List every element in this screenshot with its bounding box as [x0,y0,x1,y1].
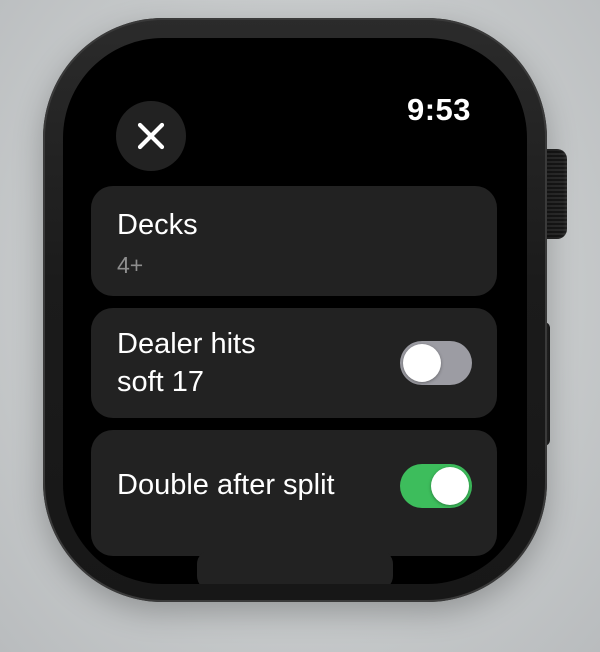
dealer-hits-label-line2: soft 17 [117,366,205,398]
close-button[interactable] [116,101,186,171]
decks-setting-row[interactable]: Decks 4+ [91,186,497,296]
double-after-split-toggle[interactable] [400,464,472,508]
clock-time: 9:53 [406,92,471,127]
watch-screen: 9:53 Decks 4+ Dealer hits soft 17 Double… [63,38,527,584]
double-after-split-row[interactable]: Double after split [91,430,497,556]
dealer-hits-soft-17-toggle[interactable] [400,341,472,385]
next-setting-row-peek[interactable] [197,550,393,584]
close-icon [136,121,166,151]
dealer-hits-soft-17-row[interactable]: Dealer hits soft 17 [91,308,497,418]
toggle-knob [403,344,441,382]
decks-label: Decks [117,209,198,241]
stage: 9:53 Decks 4+ Dealer hits soft 17 Double… [0,0,600,652]
dealer-hits-soft-17-label: Dealer hits soft 17 [117,325,256,401]
dealer-hits-label-line1: Dealer hits [117,328,256,360]
double-after-split-label: Double after split [117,469,335,501]
toggle-knob [431,467,469,505]
decks-value: 4+ [117,252,144,278]
